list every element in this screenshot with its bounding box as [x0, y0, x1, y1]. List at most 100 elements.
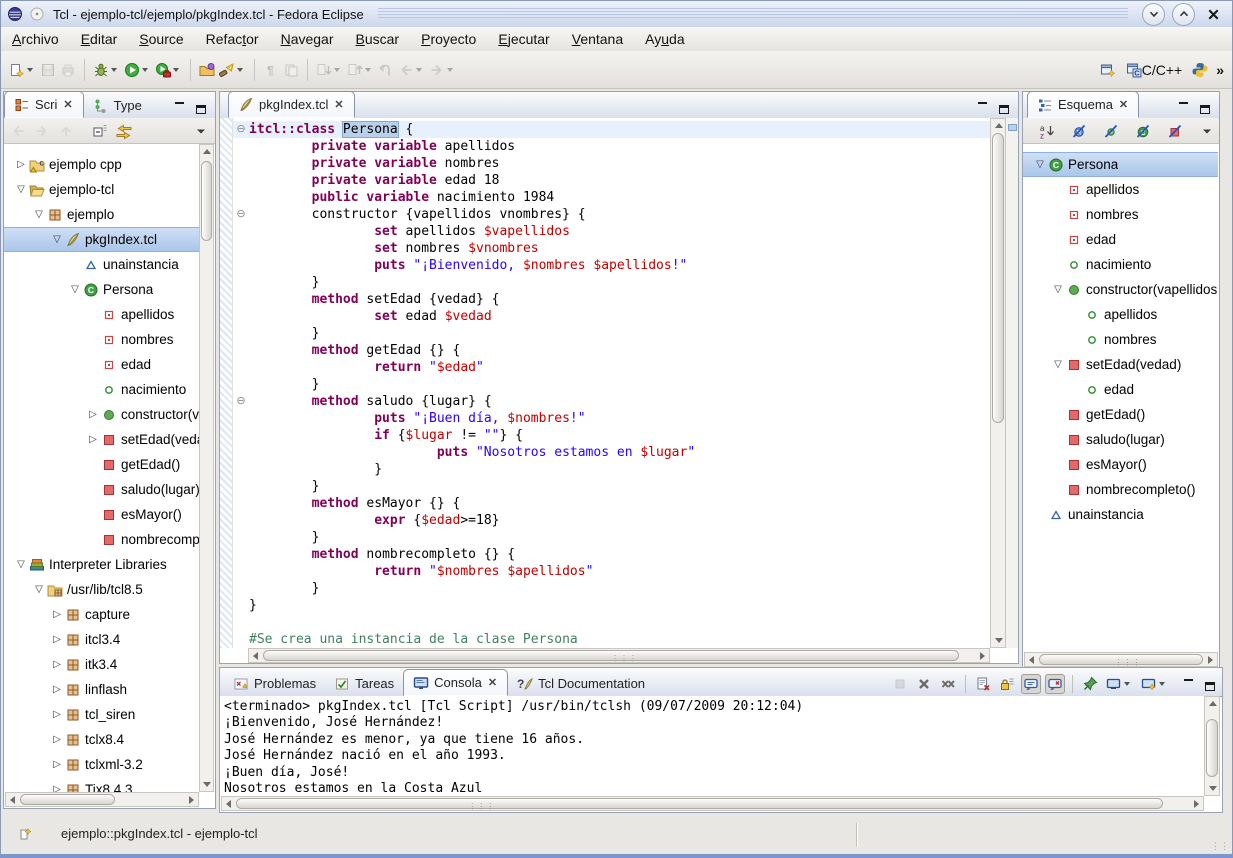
tree-item-esmayor[interactable]: esMayor()	[4, 502, 199, 527]
project-tree[interactable]: ▷Cejemplo cpp▽ejemplo-tcl▽ejemplo▽pkgInd…	[4, 144, 199, 792]
maximize-view-button[interactable]	[1202, 677, 1218, 691]
expander-icon[interactable]: ▷	[50, 784, 64, 792]
tree-item-saludo-lugar[interactable]: saludo(lugar)	[4, 477, 199, 502]
open-perspective-button[interactable]	[1098, 59, 1118, 81]
console-tab-tcl-documentation[interactable]: ?Tcl Documentation	[508, 671, 654, 696]
expander-icon[interactable]: ▽	[14, 559, 28, 570]
tree-item-tix8-4-3[interactable]: ▷Tix8.4.3	[4, 777, 199, 792]
vertical-scrollbar[interactable]	[990, 118, 1006, 648]
menu-ejecutar[interactable]: Ejecutar	[487, 29, 560, 49]
console-output[interactable]: <terminado> pkgIndex.tcl [Tcl Script] /u…	[220, 696, 1204, 796]
pin-console-button[interactable]	[1080, 674, 1100, 694]
expander-icon[interactable]: ▽	[1033, 159, 1047, 170]
resize-grip[interactable]: ⋮⋮	[1211, 841, 1229, 852]
tree-item-apellidos[interactable]: apellidos	[1023, 302, 1218, 327]
menu-ventana[interactable]: Ventana	[561, 29, 634, 49]
tree-item-usr-lib-tcl8-5[interactable]: ▽/usr/lib/tcl8.5	[4, 577, 199, 602]
open-type-button[interactable]	[197, 59, 217, 81]
tree-item-ejemplo-cpp[interactable]: ▷Cejemplo cpp	[4, 152, 199, 177]
minimize-view-button[interactable]	[1180, 677, 1196, 691]
maximize-view-button[interactable]	[1197, 100, 1213, 114]
hide-fields-button[interactable]: R	[1069, 120, 1089, 142]
fold-collapse-icon[interactable]: ⊖	[233, 393, 249, 410]
tree-item-apellidos[interactable]: apellidos	[1023, 177, 1218, 202]
view-menu-button[interactable]	[1197, 120, 1217, 142]
menu-proyecto[interactable]: Proyecto	[410, 29, 487, 49]
tree-item-tcl-siren[interactable]: ▷tcl_siren	[4, 702, 199, 727]
clear-console-button[interactable]	[973, 674, 993, 694]
tab-esquema[interactable]: Esquema ✕	[1027, 91, 1139, 118]
close-window-button[interactable]	[1202, 3, 1224, 25]
tree-item-apellidos[interactable]: apellidos	[4, 302, 199, 327]
expander-icon[interactable]: ▽	[1051, 359, 1065, 370]
search-button[interactable]	[217, 59, 248, 81]
open-console-button[interactable]	[1139, 674, 1170, 694]
sash-handle[interactable]: ⋮	[215, 361, 224, 365]
menu-archivo[interactable]: Archivo	[1, 29, 70, 49]
maximize-window-button[interactable]	[1172, 3, 1195, 26]
tree-item-nombres[interactable]: nombres	[4, 327, 199, 352]
tree-item-nombrecompleto[interactable]: nombrecompleto()	[1023, 477, 1218, 502]
close-tab-button[interactable]: ✕	[1118, 98, 1129, 111]
scrollbar-thumb[interactable]	[20, 794, 115, 805]
tree-item-pkgindex-tcl[interactable]: ▽pkgIndex.tcl	[4, 227, 199, 252]
dropdown-arrow-icon[interactable]	[173, 68, 179, 72]
minimize-view-button[interactable]	[1175, 100, 1191, 114]
scrollbar-thumb[interactable]: ⋮⋮⋮	[236, 798, 1163, 809]
sort-button[interactable]: az	[1037, 120, 1057, 142]
overview-ruler[interactable]	[1005, 118, 1018, 648]
scroll-lock-button[interactable]	[997, 674, 1017, 694]
debug-button[interactable]	[91, 59, 122, 81]
tree-item-unainstancia[interactable]: unainstancia	[4, 252, 199, 277]
tree-item-capture[interactable]: ▷capture	[4, 602, 199, 627]
dropdown-arrow-icon[interactable]	[1124, 682, 1130, 686]
menu-refactor[interactable]: Refactor	[195, 29, 270, 49]
hide-public-members-button[interactable]: C	[1133, 120, 1153, 142]
dropdown-arrow-icon[interactable]	[111, 68, 117, 72]
dropdown-arrow-icon[interactable]	[142, 68, 148, 72]
tree-item-persona[interactable]: ▽CPersona	[1023, 152, 1218, 177]
maximize-view-button[interactable]	[193, 100, 209, 114]
tree-item-nombres[interactable]: nombres	[1023, 327, 1218, 352]
close-tab-button[interactable]: ✕	[62, 98, 73, 111]
expander-icon[interactable]: ▷	[50, 634, 64, 645]
expander-icon[interactable]: ▽	[32, 209, 46, 220]
tree-item-ejemplo-tcl[interactable]: ▽ejemplo-tcl	[4, 177, 199, 202]
hide-static-button[interactable]	[1101, 120, 1121, 142]
scrollbar-thumb[interactable]: ⋮⋮⋮	[263, 650, 959, 661]
tree-item-tclxml-3-2[interactable]: ▷tclxml-3.2	[4, 752, 199, 777]
tree-item-linflash[interactable]: ▷linflash	[4, 677, 199, 702]
menu-source[interactable]: Source	[128, 29, 194, 49]
dropdown-arrow-icon[interactable]	[1159, 682, 1165, 686]
code-editor[interactable]: ⊖itcl::class Persona { private variable …	[220, 118, 990, 648]
expander-icon[interactable]: ▽	[68, 284, 82, 295]
menu-buscar[interactable]: Buscar	[345, 29, 411, 49]
cpp-perspective-button[interactable]: CC/C++	[1124, 59, 1184, 81]
fold-collapse-icon[interactable]: ⊖	[233, 121, 249, 138]
tree-item-nombrecompleto[interactable]: nombrecompleto()	[4, 527, 199, 552]
tree-item-interpreter-libraries[interactable]: ▽Interpreter Libraries	[4, 552, 199, 577]
new-wizard-button[interactable]	[7, 59, 38, 81]
tree-item-tclx8-4[interactable]: ▷tclx8.4	[4, 727, 199, 752]
expander-icon[interactable]: ▷	[14, 159, 28, 170]
remove-launch-button[interactable]	[914, 674, 934, 694]
show-stdout-button[interactable]	[1021, 674, 1041, 694]
explorer-tab-scri[interactable]: Scri✕	[4, 91, 84, 118]
collapse-all-button[interactable]	[90, 120, 110, 142]
scrollbar-thumb[interactable]	[201, 161, 212, 241]
minimize-window-button[interactable]	[1142, 3, 1165, 26]
display-console-button[interactable]	[1104, 674, 1135, 694]
dropdown-arrow-icon[interactable]	[237, 68, 243, 72]
menu-ayuda[interactable]: Ayuda	[634, 29, 695, 49]
dropdown-arrow-icon[interactable]	[27, 68, 33, 72]
tree-item-nombres[interactable]: nombres	[1023, 202, 1218, 227]
tree-item-setedad-vedad[interactable]: ▷setEdad(vedad)	[4, 427, 199, 452]
close-tab-button[interactable]: ✕	[333, 98, 344, 111]
expander-icon[interactable]: ▷	[50, 709, 64, 720]
menu-editar[interactable]: Editar	[70, 29, 129, 49]
outline-tree[interactable]: ▽CPersonaapellidosnombresedadnacimiento▽…	[1023, 144, 1218, 652]
expander-icon[interactable]: ▽	[32, 584, 46, 595]
expander-icon[interactable]: ▷	[86, 434, 100, 445]
console-tab-consola[interactable]: Consola✕	[403, 669, 508, 696]
menu-navegar[interactable]: Navegar	[270, 29, 345, 49]
